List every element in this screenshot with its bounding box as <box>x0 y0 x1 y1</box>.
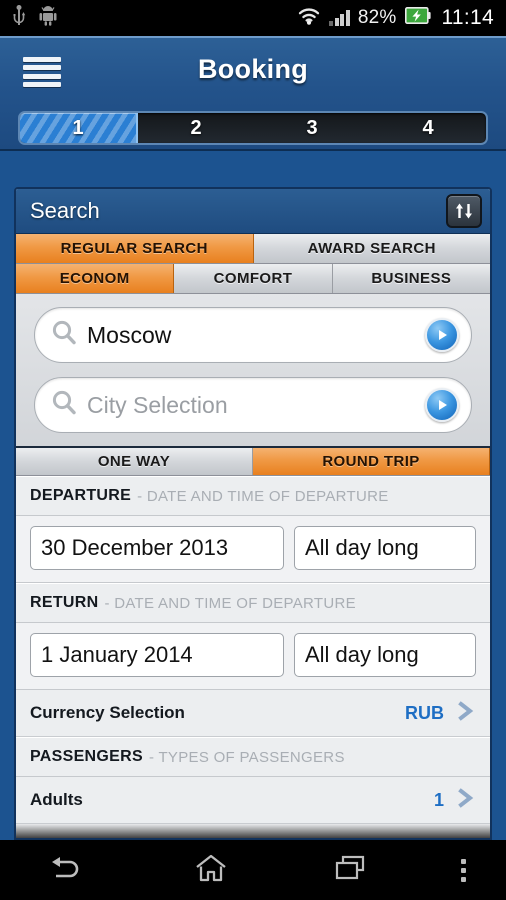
step-3[interactable]: 3 <box>254 113 370 143</box>
return-heading: RETURN <box>30 594 99 611</box>
recent-apps-button[interactable] <box>281 854 422 887</box>
booking-step-progress: 1 2 3 4 <box>18 111 488 145</box>
magnifier-icon <box>49 318 79 353</box>
trip-type-tabs: ONE WAY ROUND TRIP <box>16 446 490 476</box>
back-button[interactable] <box>0 853 141 888</box>
departure-date-field[interactable]: 30 December 2013 <box>30 526 284 570</box>
step-1-label: 1 <box>72 116 84 139</box>
currency-selection-value: RUB <box>405 702 444 723</box>
currency-selection-right: RUB <box>405 700 476 727</box>
android-navigation-bar <box>0 840 506 900</box>
departure-heading: DEPARTURE <box>30 487 132 504</box>
status-bar-right-icons: 82% 11:14 <box>297 6 494 30</box>
step-3-label: 3 <box>306 116 318 139</box>
return-time-field[interactable]: All day long <box>294 633 476 677</box>
currency-selection-label: Currency Selection <box>30 703 185 722</box>
android-robot-icon <box>39 5 57 31</box>
home-button[interactable] <box>141 853 282 888</box>
tab-business-label: BUSINESS <box>371 270 452 287</box>
step-2[interactable]: 2 <box>138 113 254 143</box>
recent-apps-icon <box>334 854 368 887</box>
battery-charging-icon <box>404 7 431 29</box>
tab-comfort-label: COMFORT <box>213 270 293 287</box>
return-date-row: 1 January 2014 All day long <box>16 623 490 690</box>
step-4-label: 4 <box>422 116 434 139</box>
swap-up-down-icon[interactable] <box>446 194 482 228</box>
status-bar-left-icons <box>12 4 57 32</box>
clock-label: 11:14 <box>441 6 494 29</box>
step-2-label: 2 <box>190 116 202 139</box>
tab-one-way-label: ONE WAY <box>97 453 171 470</box>
overflow-menu-button[interactable] <box>422 858 506 882</box>
city-fields: Moscow City Selection <box>16 294 490 446</box>
usb-icon <box>12 4 26 32</box>
search-card-title: Search <box>30 198 100 223</box>
step-4[interactable]: 4 <box>370 113 486 143</box>
home-icon <box>194 853 228 888</box>
page-title: Booking <box>197 54 309 84</box>
scroll-fade-overlay <box>16 824 490 838</box>
wifi-icon <box>297 6 321 30</box>
status-bar: 82% 11:14 <box>0 0 506 36</box>
signal-bars-icon <box>329 10 350 26</box>
chevron-right-icon <box>454 787 476 814</box>
destination-go-play-arrow-icon[interactable] <box>425 388 459 422</box>
back-arrow-icon <box>50 853 90 888</box>
passengers-section-header: PASSENGERS - TYPES OF PASSENGERS <box>16 737 490 777</box>
overflow-menu-icon <box>461 858 467 882</box>
tab-round-trip[interactable]: ROUND TRIP <box>253 448 490 475</box>
destination-city-input[interactable]: City Selection <box>34 377 472 433</box>
destination-city-placeholder: City Selection <box>87 391 228 418</box>
tab-business[interactable]: BUSINESS <box>332 264 490 293</box>
origin-city-value: Moscow <box>87 321 172 348</box>
currency-selection-row[interactable]: Currency Selection RUB <box>16 690 490 737</box>
passengers-heading: PASSENGERS <box>30 748 143 765</box>
magnifier-icon <box>49 388 79 423</box>
origin-go-play-arrow-icon[interactable] <box>425 318 459 352</box>
passengers-adults-row[interactable]: Adults 1 <box>16 777 490 824</box>
page-background: Search REGULAR SEARCH AWARD SEARCH ECONO… <box>0 151 506 840</box>
tab-one-way[interactable]: ONE WAY <box>16 448 253 475</box>
departure-section-header: DEPARTURE - DATE AND TIME OF DEPARTURE <box>16 476 490 516</box>
departure-time-field[interactable]: All day long <box>294 526 476 570</box>
search-card: Search REGULAR SEARCH AWARD SEARCH ECONO… <box>14 187 492 840</box>
cabin-class-tabs: ECONOM COMFORT BUSINESS <box>16 264 490 294</box>
tab-award-search-label: AWARD SEARCH <box>307 240 436 257</box>
adults-right: 1 <box>434 787 476 814</box>
departure-subheading: - DATE AND TIME OF DEPARTURE <box>137 487 389 505</box>
tab-comfort[interactable]: COMFORT <box>174 264 333 293</box>
return-section-header: RETURN - DATE AND TIME OF DEPARTURE <box>16 583 490 623</box>
passengers-subheading: - TYPES OF PASSENGERS <box>148 748 345 766</box>
tab-regular-search[interactable]: REGULAR SEARCH <box>16 234 254 263</box>
chevron-right-icon <box>454 700 476 727</box>
battery-percent-label: 82% <box>357 7 397 28</box>
search-type-tabs: REGULAR SEARCH AWARD SEARCH <box>16 234 490 264</box>
tab-econom-label: ECONOM <box>59 270 130 287</box>
search-card-header: Search <box>16 189 490 234</box>
tab-award-search[interactable]: AWARD SEARCH <box>253 234 490 263</box>
departure-date-row: 30 December 2013 All day long <box>16 516 490 583</box>
adults-label: Adults <box>30 790 83 809</box>
step-1[interactable]: 1 <box>20 113 138 143</box>
adults-value: 1 <box>433 789 444 810</box>
origin-city-input[interactable]: Moscow <box>34 307 472 363</box>
return-date-field[interactable]: 1 January 2014 <box>30 633 284 677</box>
tab-round-trip-label: ROUND TRIP <box>322 453 420 470</box>
app-header: Booking 1 2 3 4 <box>0 36 506 151</box>
phone-screen: 82% 11:14 Booking 1 2 3 4 Search REGULAR… <box>0 0 506 900</box>
tab-econom[interactable]: ECONOM <box>16 264 175 293</box>
tab-regular-search-label: REGULAR SEARCH <box>60 240 208 257</box>
return-subheading: - DATE AND TIME OF DEPARTURE <box>104 594 356 612</box>
